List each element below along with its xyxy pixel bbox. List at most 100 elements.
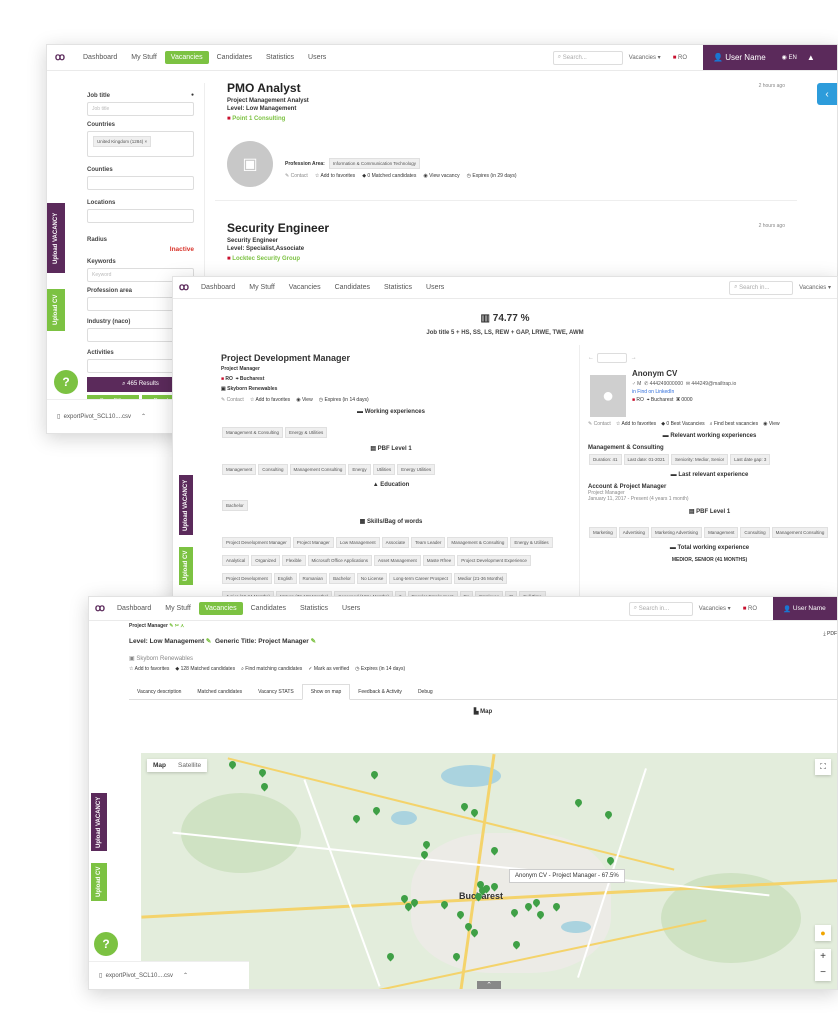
map-pin-icon[interactable] [553,903,560,912]
nav-users[interactable]: Users [302,51,332,64]
search-scope-select[interactable]: Vacancies ▾ [623,54,667,61]
nav-statistics[interactable]: Statistics [294,602,334,615]
job-company[interactable]: ▣ Skyborn Renewables [221,386,561,392]
map-pin-icon[interactable] [491,883,498,892]
chevron-up-icon[interactable]: ⌃ [141,413,146,420]
job-company[interactable]: ■ Locktec Security Group [227,256,785,262]
download-file[interactable]: exportPivot_SCL10....csv [64,414,131,420]
chevron-up-icon[interactable]: ⌃ [183,972,188,979]
favorites-link[interactable]: ☆ Add to favorites [616,421,656,427]
edit-icon[interactable]: ✎ [309,637,316,645]
map[interactable]: Map Satellite ⛶ ● + − Bucharest Anonym C… [141,753,837,989]
pdf-button[interactable]: ⤓ PDF [823,631,837,637]
edit-icon[interactable]: ✎ [204,637,215,645]
map-pin-icon[interactable] [453,953,460,962]
view-link[interactable]: ◉ View [763,421,780,427]
nav-my-stuff[interactable]: My Stuff [159,602,197,615]
map-pin-icon[interactable] [491,847,498,856]
map-pin-icon[interactable] [259,769,266,778]
nav-statistics[interactable]: Statistics [378,281,418,294]
favorites-link[interactable]: ☆ Add to favorites [315,173,355,179]
nav-users[interactable]: Users [336,602,366,615]
map-pin-icon[interactable] [533,899,540,908]
bell-icon[interactable]: ▲ [807,53,815,62]
nav-users[interactable]: Users [420,281,450,294]
cv-email[interactable]: 444249@mailtrap.io [691,381,736,387]
find-matching-link[interactable]: ⌕ Find matching candidates [241,666,302,672]
prev-button[interactable]: ← [588,355,594,361]
search-input[interactable]: ⌕ Search in... [628,601,693,616]
fullscreen-button[interactable]: ⛶ [815,759,831,775]
help-button[interactable]: ? [94,932,118,956]
download-file[interactable]: exportPivot_SCL10....csv [106,973,173,979]
upload-vacancy-tab[interactable]: Upload VACANCY [91,793,107,851]
job-company[interactable]: ■ Point 1 Consulting [227,116,785,122]
nav-vacancies[interactable]: Vacancies [164,51,209,64]
mark-verified-link[interactable]: ✓ Mark as verified [308,666,349,672]
next-button[interactable]: → [631,355,637,361]
map-pin-icon[interactable] [441,901,448,910]
map-pin-icon[interactable] [525,903,532,912]
tab-show-on-map[interactable]: Show on map [301,684,351,700]
map-toggle-satellite[interactable]: Satellite [172,759,207,772]
map-pin-icon[interactable] [483,885,490,894]
countries-select[interactable]: United Kingdom (1284) × [87,131,194,157]
find-best-link[interactable]: ⌕ Find best vacancies [710,421,758,427]
favorites-link[interactable]: ☆ Add to favorites [250,397,290,403]
nav-dashboard[interactable]: Dashboard [77,51,123,64]
map-pin-icon[interactable] [457,911,464,920]
job-card[interactable]: PMO Analyst Project Management Analyst L… [215,71,797,201]
linkedin-link[interactable]: in Find on LinkedIn [632,389,831,395]
upload-cv-tab[interactable]: Upload CV [91,863,107,901]
user-menu[interactable]: 👤 User Name ◉ EN ▲ [703,45,837,70]
page-input[interactable] [597,353,628,363]
cv-name[interactable]: Anonym CV [632,369,831,378]
nav-candidates[interactable]: Candidates [329,281,376,294]
map-pin-icon[interactable] [575,799,582,808]
nav-dashboard[interactable]: Dashboard [111,602,157,615]
user-menu[interactable]: 👤 User Name [773,597,837,620]
view-vacancy-link[interactable]: ◉ View vacancy [423,173,459,179]
locations-select[interactable] [87,209,194,223]
map-pin-icon[interactable] [513,941,520,950]
map-pin-icon[interactable] [475,893,482,902]
contact-link[interactable]: ✎ Contact [221,397,244,403]
map-pin-icon[interactable] [471,809,478,818]
radius-status[interactable]: Inactive [87,246,194,253]
view-link[interactable]: ◉ View [296,397,313,403]
map-pin-icon[interactable] [411,899,418,908]
matched-link[interactable]: ◆ 128 Matched candidates [175,666,235,672]
nav-vacancies[interactable]: Vacancies [283,281,327,294]
nav-vacancies[interactable]: Vacancies [198,602,243,615]
matched-link[interactable]: ◆ 0 Matched candidates [362,173,416,179]
map-pin-icon[interactable] [605,811,612,820]
search-scope-select[interactable]: Vacancies ▾ [793,284,837,291]
search-scope-select[interactable]: Vacancies ▾ [693,605,737,612]
zoom-out-button[interactable]: − [815,965,831,981]
tab-vacancy-description[interactable]: Vacancy description [129,685,189,699]
scroll-up-button[interactable]: ⌃ [477,981,501,989]
upload-cv-tab[interactable]: Upload CV [179,547,193,585]
tab-debug[interactable]: Debug [410,685,441,699]
map-pin-icon[interactable] [607,857,614,866]
map-pin-icon[interactable] [471,929,478,938]
tab-vacancy-stats[interactable]: Vacancy STATS [250,685,302,699]
search-input[interactable]: ⌕ Search in... [729,280,794,295]
country-tag[interactable]: United Kingdom (1284) × [93,136,152,147]
nav-candidates[interactable]: Candidates [211,51,258,64]
tab-feedback[interactable]: Feedback & Activity [350,685,410,699]
tab-matched-candidates[interactable]: Matched candidates [189,685,250,699]
map-pin-icon[interactable] [423,841,430,850]
company-name[interactable]: Skyborn Renewables [136,656,193,662]
job-title[interactable]: Security Engineer [227,221,785,235]
upload-vacancy-tab[interactable]: Upload VACANCY [179,475,193,535]
map-toggle-map[interactable]: Map [147,759,172,772]
contact-link[interactable]: ✎ Contact [588,421,611,427]
map-pin-icon[interactable] [261,783,268,792]
language-button[interactable]: ◉ EN [782,54,797,61]
job-title[interactable]: Project Development Manager [221,353,561,363]
contact-link[interactable]: ✎ Contact [285,173,308,179]
help-button[interactable]: ? [54,370,78,394]
upload-vacancy-tab[interactable]: Upload VACANCY [47,203,65,273]
favorites-link[interactable]: ☆ Add to favorites [129,666,169,672]
